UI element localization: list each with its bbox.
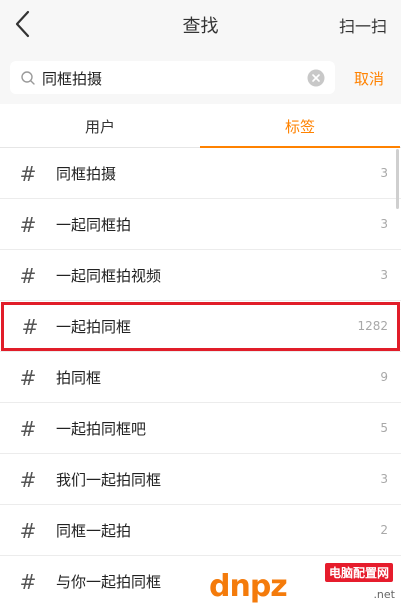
hashtag-icon: # bbox=[19, 162, 37, 186]
tag-label: 我们一起拍同框 bbox=[56, 471, 162, 489]
search-input[interactable]: 同框拍摄 bbox=[42, 68, 102, 89]
tag-label: 同框拍摄 bbox=[56, 165, 117, 183]
tag-label: 与你一起拍同框 bbox=[56, 573, 162, 591]
tag-label: 拍同框 bbox=[56, 369, 102, 387]
search-bar: 同框拍摄 取消 bbox=[0, 50, 401, 104]
search-icon bbox=[21, 71, 35, 85]
hashtag-icon: # bbox=[21, 315, 39, 339]
tag-row[interactable]: # 一起同框拍 3 bbox=[0, 199, 401, 250]
tag-count: 3 bbox=[380, 217, 388, 231]
tag-count: 3 bbox=[380, 472, 388, 486]
tag-count: 3 bbox=[380, 166, 388, 180]
hashtag-icon: # bbox=[19, 570, 37, 594]
tag-row[interactable]: # 一起拍同框吧 5 bbox=[0, 403, 401, 454]
search-box[interactable]: 同框拍摄 bbox=[10, 61, 335, 94]
site-watermark: dnpz 电脑配置网 .net bbox=[209, 560, 395, 604]
watermark-tag: 电脑配置网 bbox=[324, 563, 393, 582]
tag-row[interactable]: # 我们一起拍同框 3 bbox=[0, 454, 401, 505]
tag-count: 3 bbox=[380, 268, 388, 282]
tag-row[interactable]: # 同框一起拍 2 bbox=[0, 505, 401, 556]
scrollbar[interactable] bbox=[396, 149, 399, 209]
tag-count: 9 bbox=[380, 370, 388, 384]
hashtag-icon: # bbox=[19, 213, 37, 237]
tag-count: 5 bbox=[380, 421, 388, 435]
tab-users[interactable]: 用户 bbox=[0, 116, 200, 137]
tag-label: 一起拍同框吧 bbox=[56, 420, 147, 438]
tag-label: 同框一起拍 bbox=[56, 522, 132, 540]
tag-list: # 同框拍摄 3 # 一起同框拍 3 # 一起同框拍视频 3 # 一起拍同框 1… bbox=[0, 148, 401, 606]
tag-count: 2 bbox=[380, 523, 388, 537]
watermark-url: .net bbox=[373, 588, 395, 601]
cancel-button[interactable]: 取消 bbox=[354, 68, 384, 89]
tag-count: 1282 bbox=[357, 319, 388, 333]
tag-label: 一起拍同框 bbox=[56, 318, 132, 336]
tab-tags[interactable]: 标签 bbox=[200, 116, 400, 137]
clear-icon[interactable] bbox=[307, 69, 325, 87]
tag-row[interactable]: # 拍同框 9 bbox=[0, 352, 401, 403]
tag-row[interactable]: # 一起同框拍视频 3 bbox=[0, 250, 401, 301]
watermark-logo: dnpz bbox=[209, 569, 288, 604]
hashtag-icon: # bbox=[19, 519, 37, 543]
scan-button[interactable]: 扫一扫 bbox=[339, 13, 387, 37]
tab-bar: 用户 标签 bbox=[0, 104, 401, 148]
tag-label: 一起同框拍 bbox=[56, 216, 132, 234]
hashtag-icon: # bbox=[19, 366, 37, 390]
tag-row[interactable]: # 同框拍摄 3 bbox=[0, 148, 401, 199]
top-bar: 查找 扫一扫 bbox=[0, 0, 401, 50]
hashtag-icon: # bbox=[19, 468, 37, 492]
hashtag-icon: # bbox=[19, 417, 37, 441]
tag-label: 一起同框拍视频 bbox=[56, 267, 162, 285]
hashtag-icon: # bbox=[19, 264, 37, 288]
tag-row-highlighted[interactable]: # 一起拍同框 1282 bbox=[0, 301, 401, 352]
